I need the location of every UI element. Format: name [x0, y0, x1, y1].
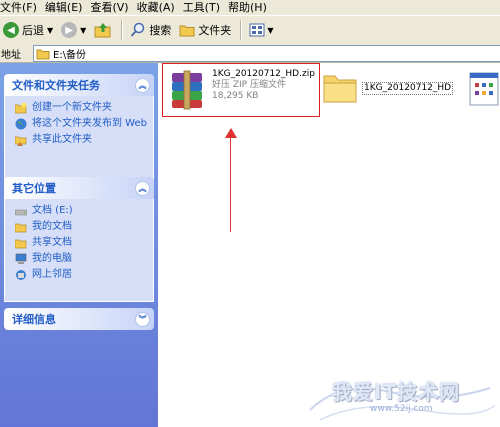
document-icon — [469, 72, 499, 106]
place-my-computer[interactable]: 我的电脑 — [15, 253, 147, 265]
tasks-panel: 文件和文件夹任务 ︽ 创建一个新文件夹 将这个文件夹发布到 Web 共享此文件夹 — [4, 74, 154, 181]
folder-up-icon — [94, 23, 111, 38]
task-publish-web[interactable]: 将这个文件夹发布到 Web — [15, 118, 147, 130]
search-icon — [131, 22, 145, 37]
folders-label: 文件夹 — [198, 24, 232, 37]
details-panel-header[interactable]: 详细信息 ︾ — [4, 308, 154, 330]
watermark: 我爱IT技术网 www.52ij.com — [300, 370, 500, 427]
task-pane: 文件和文件夹任务 ︽ 创建一个新文件夹 将这个文件夹发布到 Web 共享此文件夹… — [0, 63, 158, 427]
file-folder[interactable]: 1KG_20120712_HD — [322, 70, 454, 104]
task-new-folder[interactable]: 创建一个新文件夹 — [15, 102, 147, 114]
file-folder-details: 1KG_20120712_HD — [362, 82, 454, 95]
folder-icon — [15, 239, 27, 249]
place-drive-e[interactable]: 文档 (E:) — [15, 205, 147, 217]
globe-icon — [15, 118, 27, 130]
menu-bar: 文件(F) 编辑(E) 查看(V) 收藏(A) 工具(T) 帮助(H) — [0, 0, 500, 15]
menu-file[interactable]: 文件(F) — [0, 0, 45, 15]
folder-icon — [36, 49, 50, 59]
place-label: 网上邻居 — [32, 269, 72, 280]
places-panel-header[interactable]: 其它位置 ︽ — [4, 177, 154, 199]
folder-icon — [323, 75, 357, 103]
back-button[interactable]: ◀ 后退 ▼ — [0, 19, 56, 41]
share-folder-icon — [15, 136, 27, 146]
places-panel-title: 其它位置 — [12, 182, 56, 195]
places-panel-body: 文档 (E:) 我的文档 共享文档 我的电脑 网上邻居 — [4, 199, 154, 302]
network-icon — [16, 270, 26, 280]
toolbar: ◀ 后退 ▼ ▶ ▼ 搜索 文件夹 ▼ — [0, 15, 500, 45]
place-shared-documents[interactable]: 共享文档 — [15, 237, 147, 249]
collapse-chevron-icon[interactable]: ︽ — [135, 180, 150, 196]
task-label: 共享此文件夹 — [32, 134, 92, 145]
address-label: 地址 — [1, 49, 21, 61]
search-label: 搜索 — [149, 24, 172, 37]
new-folder-icon — [15, 102, 27, 114]
forward-button[interactable]: ▶ ▼ — [58, 19, 89, 41]
view-grid-icon — [249, 23, 265, 37]
folder-icon — [15, 223, 27, 233]
file-partial[interactable] — [468, 72, 500, 109]
address-bar: 地址 E:\备份 — [0, 44, 500, 63]
menu-tools[interactable]: 工具(T) — [183, 0, 228, 15]
highlight-box — [162, 63, 320, 117]
address-path: E:\备份 — [53, 50, 87, 61]
places-panel: 其它位置 ︽ 文档 (E:) 我的文档 共享文档 我的电脑 网上邻居 — [4, 177, 154, 302]
place-label: 我的文档 — [32, 221, 72, 232]
drive-icon — [15, 209, 27, 216]
watermark-text: 我爱IT技术网 — [332, 380, 461, 404]
up-button[interactable] — [91, 19, 115, 41]
folder-icon — [179, 25, 195, 37]
place-label: 共享文档 — [32, 237, 72, 248]
computer-icon — [15, 253, 27, 264]
tasks-panel-body: 创建一个新文件夹 将这个文件夹发布到 Web 共享此文件夹 — [4, 96, 154, 181]
details-panel-title: 详细信息 — [12, 313, 56, 326]
folders-button[interactable]: 文件夹 — [176, 19, 234, 41]
task-label: 创建一个新文件夹 — [32, 102, 112, 113]
place-label: 我的电脑 — [32, 253, 72, 264]
place-my-documents[interactable]: 我的文档 — [15, 221, 147, 233]
tasks-panel-header[interactable]: 文件和文件夹任务 ︽ — [4, 74, 154, 96]
views-button[interactable]: ▼ — [246, 19, 276, 41]
expand-chevron-icon[interactable]: ︾ — [135, 311, 150, 327]
menu-favorites[interactable]: 收藏(A) — [137, 0, 183, 15]
file-name: 1KG_20120712_HD — [362, 82, 454, 95]
chevron-down-icon[interactable]: ▼ — [47, 26, 53, 35]
back-label: 后退 — [22, 24, 44, 37]
arrow-up-icon — [225, 128, 237, 138]
task-share-folder[interactable]: 共享此文件夹 — [15, 134, 147, 146]
back-arrow-icon: ◀ — [3, 22, 19, 38]
place-network[interactable]: 网上邻居 — [15, 269, 147, 281]
annotation-arrow-line — [230, 136, 231, 232]
watermark-url: www.52ij.com — [370, 404, 433, 414]
collapse-chevron-icon[interactable]: ︽ — [135, 77, 150, 93]
tasks-panel-title: 文件和文件夹任务 — [12, 79, 100, 92]
menu-edit[interactable]: 编辑(E) — [45, 0, 91, 15]
chevron-down-icon[interactable]: ▼ — [80, 26, 86, 35]
toolbar-divider — [240, 20, 243, 40]
menu-help[interactable]: 帮助(H) — [228, 0, 275, 15]
place-label: 文档 (E:) — [32, 205, 73, 216]
task-label: 将这个文件夹发布到 Web — [32, 118, 147, 129]
search-button[interactable]: 搜索 — [127, 19, 174, 41]
address-input[interactable]: E:\备份 — [33, 45, 500, 62]
menu-view[interactable]: 查看(V) — [90, 0, 136, 15]
toolbar-divider — [121, 20, 124, 40]
chevron-down-icon[interactable]: ▼ — [267, 26, 273, 35]
details-panel: 详细信息 ︾ — [4, 308, 154, 330]
forward-arrow-icon: ▶ — [61, 22, 78, 38]
